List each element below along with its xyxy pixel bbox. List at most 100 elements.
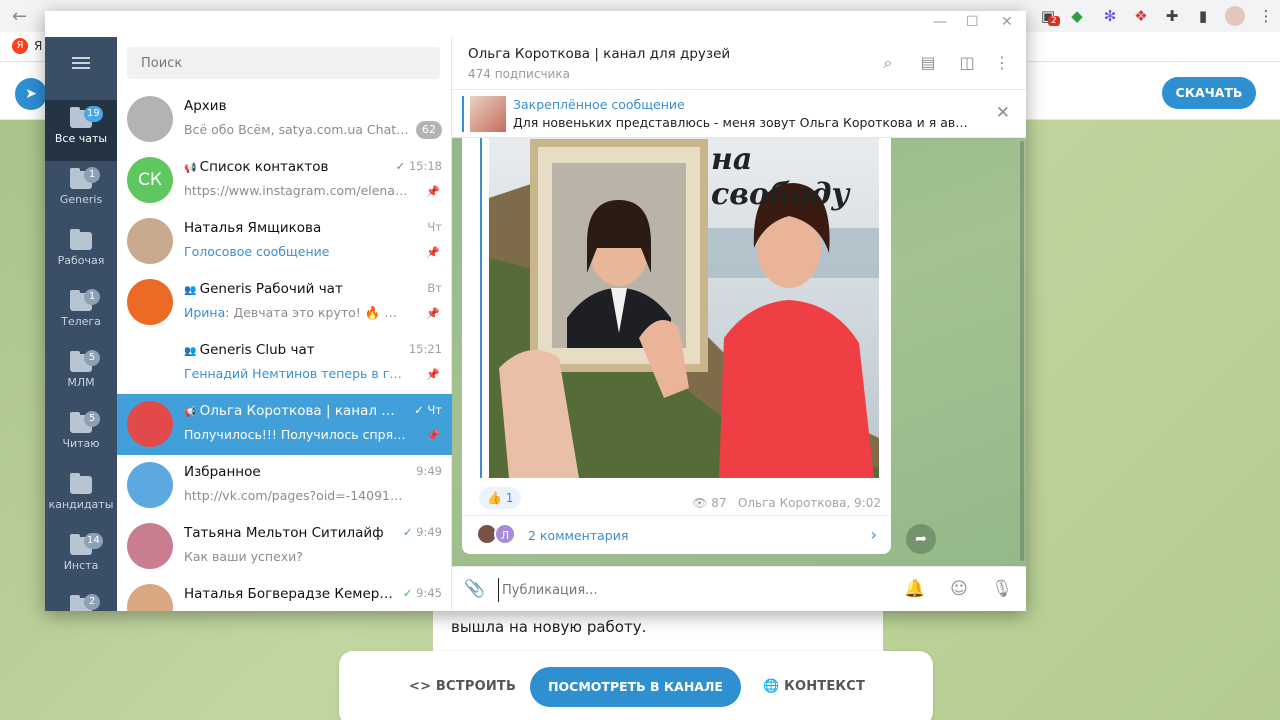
message-composer: 📎 🔔 ☺ 🎙 xyxy=(452,566,1026,611)
scrollbar[interactable] xyxy=(1020,141,1024,561)
chat-title: 📢 Ольга Короткова | канал дл... xyxy=(184,403,399,419)
chat-list-item[interactable]: Архив Всё обо Всём, satya.com.ua Chat, ..… xyxy=(117,89,452,150)
chat-avatar: СК xyxy=(127,157,173,203)
puzzle-icon[interactable]: ✚ xyxy=(1162,6,1182,26)
chat-avatar xyxy=(127,96,173,142)
chevron-right-icon: › xyxy=(870,525,877,544)
post-text: вышла на новую работу. xyxy=(451,618,647,636)
search-icon[interactable]: ⌕ xyxy=(878,53,898,73)
chat-list-item[interactable]: СК 📢 Список контактов https://www.instagra… xyxy=(117,150,452,211)
chat-title: Наталья Богверадзе Кемерово xyxy=(184,586,399,602)
sidebar-folder[interactable]: 14 Инста xyxy=(45,527,117,588)
embed-button[interactable]: <> ВСТРОИТЬ xyxy=(409,679,516,694)
chat-time: ✓ 9:49 xyxy=(403,525,442,539)
preview-text: Как ваши успехи? xyxy=(184,549,303,564)
chat-preview: Всё обо Всём, satya.com.ua Chat, ... xyxy=(184,122,409,137)
sidebar-toggle-icon[interactable]: ◫ xyxy=(957,53,977,73)
post-accent-bar xyxy=(480,138,482,478)
evernote-icon[interactable]: ◆ xyxy=(1067,6,1087,26)
context-button[interactable]: 🌐 КОНТЕКСТ xyxy=(763,679,865,694)
sidepanel-icon[interactable]: ▮ xyxy=(1193,6,1213,26)
pin-icon: 📌 xyxy=(426,185,440,198)
close-window-icon[interactable]: ✕ xyxy=(1001,14,1013,30)
post-photo[interactable]: на свободу xyxy=(489,138,879,478)
unread-count-badge: 62 xyxy=(416,121,442,139)
folder-label: Читаю xyxy=(62,437,100,450)
chat-avatar xyxy=(127,584,173,611)
gear-extension-icon[interactable]: ✻ xyxy=(1100,6,1120,26)
profile-avatar-icon[interactable] xyxy=(1225,6,1245,26)
download-button[interactable]: СКАЧАТЬ xyxy=(1162,77,1256,109)
chat-time-text: 15:21 xyxy=(408,342,442,356)
sidebar-folder[interactable]: кандидаты xyxy=(45,466,117,527)
chat-list-item[interactable]: 📢 Ольга Короткова | канал дл... Получилос… xyxy=(117,394,452,455)
photo-caption: на свободу xyxy=(711,142,850,212)
sidebar-folder[interactable]: 1 Generis xyxy=(45,161,117,222)
post-meta: 👁 87 Ольга Короткова, 9:02 xyxy=(692,496,881,510)
bell-icon[interactable]: 🔔 xyxy=(904,578,926,600)
telegram-window: — ☐ ✕ 19 Все чаты 1 Generis Рабочая 1 Телега 5 М… xyxy=(45,11,1026,611)
chat-list-item[interactable]: Избранное http://vk.com/pages?oid=-140917… xyxy=(117,455,452,516)
attach-icon[interactable]: 📎 xyxy=(464,578,486,600)
sidebar-folder[interactable]: Рабочая xyxy=(45,222,117,283)
chat-title-text: Архив xyxy=(184,98,227,114)
chat-list-item[interactable]: Наталья Богверадзе Кемерово ✓ 9:45 xyxy=(117,577,452,611)
folder-label: МЛМ xyxy=(67,376,95,389)
chat-avatar xyxy=(127,218,173,264)
chat-preview: https://www.instagram.com/elena.no... xyxy=(184,183,409,198)
chat-time-text: 9:45 xyxy=(416,586,442,600)
search-input[interactable] xyxy=(127,47,440,79)
pinned-accent-bar xyxy=(462,96,464,132)
hamburger-menu-icon[interactable] xyxy=(72,57,90,69)
chat-time: ✓ Чт xyxy=(414,403,442,417)
yandex-bookmark-icon[interactable]: Я xyxy=(12,38,28,54)
conversation-header: Ольга Короткова | канал для друзей 474 п… xyxy=(452,37,1026,90)
more-options-icon[interactable]: ⋮ xyxy=(992,53,1012,73)
chat-time: Чт xyxy=(427,220,442,234)
read-check-icon: ✓ xyxy=(402,586,417,600)
folder-icon xyxy=(70,229,92,250)
comments-link[interactable]: Л 2 комментария › xyxy=(462,516,891,554)
chat-list-item[interactable]: 👥 Generis Рабочий чат Ирина: Девчата это … xyxy=(117,272,452,333)
sidebar-folder[interactable]: 2 xyxy=(45,588,117,611)
emoji-icon[interactable]: ☺ xyxy=(948,578,970,600)
comments-label: 2 комментария xyxy=(528,528,629,543)
telegram-logo-icon[interactable]: ➤ xyxy=(15,78,47,110)
bookmark-label[interactable]: Я xyxy=(34,39,42,53)
read-check-icon: ✓ xyxy=(402,525,417,539)
reaction-chip[interactable]: 👍 1 xyxy=(479,487,522,509)
chat-time: ✓ 9:45 xyxy=(403,586,442,600)
chat-preview: Геннадий Немтинов теперь в группе xyxy=(184,366,409,381)
pin-icon: 📌 xyxy=(426,246,440,259)
group-icon: 👥 xyxy=(184,346,200,357)
chat-title: 📢 Список контактов xyxy=(184,159,399,175)
microphone-icon[interactable]: 🎙 xyxy=(991,578,1013,600)
maximize-icon[interactable]: ☐ xyxy=(966,14,979,30)
browser-menu-icon[interactable]: ⋮ xyxy=(1256,6,1276,26)
chat-time: Вт xyxy=(427,281,442,295)
sidebar-folder[interactable]: 5 МЛМ xyxy=(45,344,117,405)
chat-title-text: Generis Club чат xyxy=(199,342,315,358)
preview-text: Получилось!!! Получилось спрятать... xyxy=(184,427,409,442)
chat-list-item[interactable]: Наталья Ямщикова Голосовое сообщение Чт 📌 xyxy=(117,211,452,272)
back-arrow-icon[interactable]: ← xyxy=(12,6,27,27)
chat-list-item[interactable]: Татьяна Мельтон Ситилайф Как ваши успехи?… xyxy=(117,516,452,577)
megaphone-icon: 📢 xyxy=(184,407,200,418)
preview-text: Девчата это круто! 🔥 🔥 🔥 xyxy=(233,305,409,320)
close-icon[interactable]: ✕ xyxy=(996,103,1010,123)
pin-icon: 📌 xyxy=(426,429,440,442)
share-icon[interactable]: ➦ xyxy=(906,524,936,554)
folder-badge: 2 xyxy=(84,594,100,610)
chat-list-item[interactable]: 👥 Generis Club чат Геннадий Немтинов тепе… xyxy=(117,333,452,394)
minimize-icon[interactable]: — xyxy=(933,14,947,30)
pinned-message[interactable]: Закреплённое сообщение Для новеньких пре… xyxy=(452,90,1026,138)
sidebar-folder[interactable]: 5 Читаю xyxy=(45,405,117,466)
discussion-icon[interactable]: ▤ xyxy=(918,53,938,73)
view-in-channel-button[interactable]: ПОСМОТРЕТЬ В КАНАЛЕ xyxy=(530,667,741,707)
channel-title[interactable]: Ольга Короткова | канал для друзей xyxy=(468,46,730,62)
composer-input[interactable] xyxy=(498,578,878,602)
sidebar-folder[interactable]: 1 Телега xyxy=(45,283,117,344)
diamond-extension-icon[interactable]: ❖ xyxy=(1131,6,1151,26)
chat-title: Татьяна Мельтон Ситилайф xyxy=(184,525,399,541)
sidebar-folder[interactable]: 19 Все чаты xyxy=(45,100,117,161)
